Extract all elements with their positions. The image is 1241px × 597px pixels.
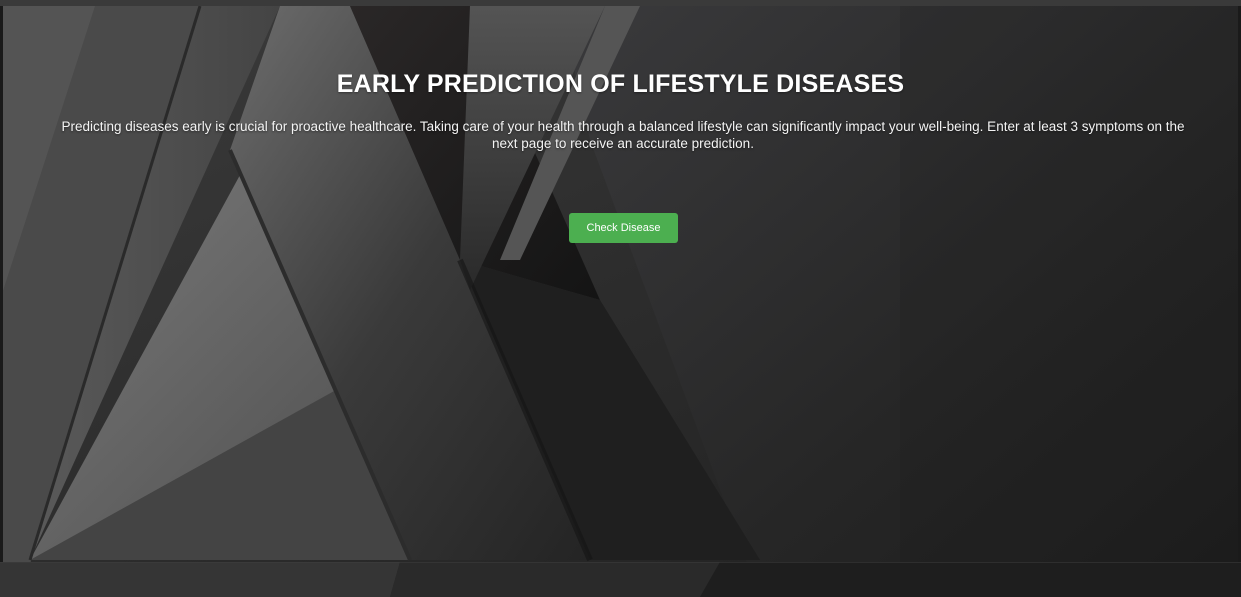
hero-description: Predicting diseases early is crucial for… (61, 119, 1185, 151)
page-title: EARLY PREDICTION OF LIFESTYLE DISEASES (336, 70, 905, 98)
landing-page: EARLY PREDICTION OF LIFESTYLE DISEASES P… (0, 0, 1241, 597)
top-strip (0, 0, 1241, 6)
bottom-strip-art (0, 562, 1241, 597)
check-disease-button[interactable]: Check Disease (569, 213, 678, 243)
